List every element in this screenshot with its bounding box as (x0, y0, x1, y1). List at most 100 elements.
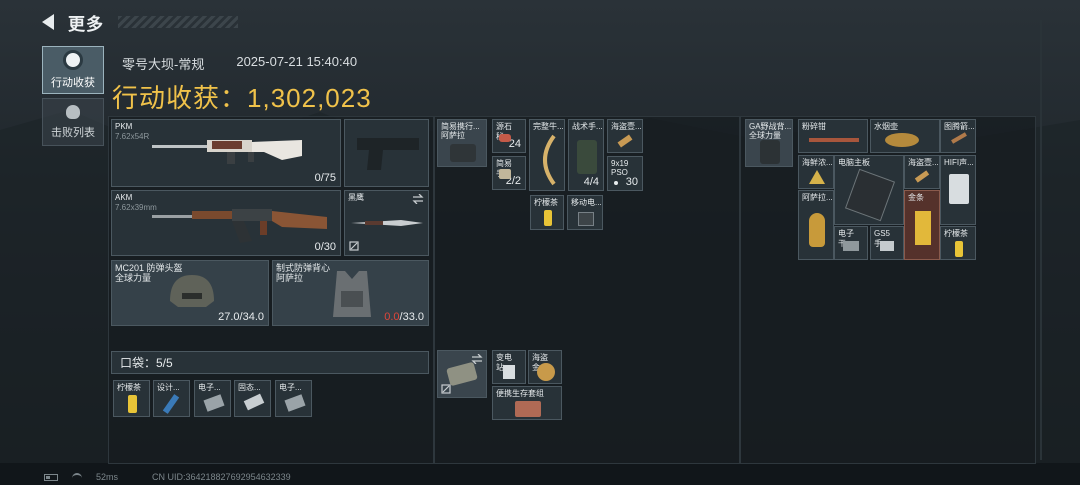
item-name: 金条 (908, 193, 924, 202)
bag-item[interactable]: 柠檬茶 (940, 226, 976, 260)
horn-icon (543, 134, 556, 186)
item-name: 完整牛... (533, 122, 564, 131)
melee-name: 黑鹰 (348, 193, 364, 202)
page-title: 更多 (68, 14, 104, 34)
lemon-tea-icon (544, 210, 552, 226)
backpack-slot[interactable]: GA野战背... 全球力量 (745, 119, 793, 167)
item-name: 电子... (198, 383, 221, 392)
card-icon (503, 365, 515, 379)
rig-item[interactable]: 移动电... (567, 195, 603, 230)
pistol-icon (357, 138, 419, 170)
bag-item[interactable]: GS5手... (870, 226, 904, 260)
melee-slot[interactable]: 黑鹰 (344, 190, 429, 256)
gold-coin-icon (537, 363, 555, 381)
bag-item[interactable]: HIFI声... (940, 155, 976, 225)
armor-durability-max: /33.0 (399, 311, 424, 323)
ammo-slot[interactable]: 9x19 PSO 30 (607, 156, 643, 191)
item-name: 柠檬茶 (117, 383, 141, 392)
item-name: 设计... (157, 383, 180, 392)
bag-item[interactable]: 变电站... (492, 350, 526, 384)
weapon-name: PKM (115, 122, 133, 131)
item-name: 柠檬茶 (944, 229, 968, 238)
bag-item[interactable]: 便携生存套组 (492, 386, 562, 420)
title-stripe (118, 16, 238, 28)
lemon-tea-icon (955, 241, 963, 257)
top-bar: 更多 (42, 10, 238, 34)
bag-item[interactable]: 海盗壹... (904, 155, 940, 189)
bag-item[interactable]: 电子干... (834, 226, 868, 260)
grenade-icon (499, 169, 511, 179)
backpack-icon (760, 140, 780, 164)
haul-value: 1,302,023 (247, 83, 372, 113)
bag-item[interactable]: 海盗金... (528, 350, 562, 384)
motherboard-icon (844, 168, 896, 222)
item-name: 固态... (238, 383, 261, 392)
bag-item[interactable]: 电脑主板 (834, 155, 904, 225)
pouch-label: 口袋：5/5 (120, 356, 173, 370)
helmet-durability: 27.0/34.0 (218, 311, 264, 323)
rig-item[interactable]: 源石秘... 24 (492, 119, 526, 153)
rig-item[interactable]: 简易手... 2/2 (492, 156, 526, 190)
pkm-rifle-icon (152, 140, 302, 164)
rig-item[interactable]: 战术手... 4/4 (568, 119, 604, 191)
gold-bar-icon (915, 211, 931, 245)
status-footer: 52ms CN UID:364218827692954632339 (44, 472, 291, 482)
knife-icon (351, 220, 423, 226)
map-name: 零号大坝-常规 (122, 57, 205, 72)
tab-kill-list[interactable]: 击败列表 (42, 98, 104, 146)
secondary-weapon-slot[interactable]: AKM 7.62x39mm 0/30 (111, 190, 341, 256)
hifi-speaker-icon (949, 174, 969, 204)
hookah-icon (885, 133, 919, 147)
haul-total: 行动收获：1,302,023 (112, 78, 372, 115)
session-datetime: 2025-07-21 15:40:40 (236, 54, 358, 69)
tab-action-harvest[interactable]: 行动收获 (42, 46, 104, 94)
bag-item[interactable]: 海鲜浓... (798, 155, 834, 189)
pouch-item[interactable]: 设计... (153, 380, 190, 417)
pouch-item[interactable]: 电子... (194, 380, 231, 417)
bag-item[interactable]: 图腾箭... (940, 119, 976, 153)
item-count: 4/4 (583, 176, 599, 188)
design-icon (162, 394, 180, 414)
electronics-icon (843, 241, 859, 251)
item-name: 粉碎钳 (802, 122, 826, 131)
bag-item[interactable]: 水烟壶 (870, 119, 940, 153)
weapon-caliber: 7.62x39mm (115, 203, 157, 212)
back-arrow-icon[interactable] (42, 14, 54, 30)
armor-durability-current: 0.0 (384, 311, 400, 323)
pouch-header: 口袋：5/5 (111, 351, 429, 374)
ammo-count: 0/75 (314, 172, 336, 184)
helmet-slot[interactable]: MC201 防弹头盔 全球力量 27.0/34.0 (111, 260, 269, 326)
armor-maker: 阿萨拉 (276, 273, 304, 283)
bag-item[interactable]: 阿萨拉... (798, 190, 834, 260)
item-count: 30 (625, 176, 638, 188)
item-name: 阿萨拉... (802, 193, 833, 202)
armor-name: 制式防弹背心 (276, 263, 331, 273)
item-name: 移动电... (571, 198, 602, 207)
ore-icon (499, 134, 511, 142)
rig-item[interactable]: 柠檬茶 (530, 195, 564, 230)
bag-item[interactable]: 粉碎钳 (798, 119, 868, 153)
swap-icon[interactable] (412, 194, 424, 204)
backpack-small-slot[interactable] (437, 350, 487, 398)
rig-item[interactable]: 完整牛... (529, 119, 565, 191)
rig-item[interactable]: 海盗壹... (607, 119, 643, 153)
unlock-icon (349, 241, 359, 251)
seafood-icon (809, 170, 825, 184)
bag-item[interactable]: 金条 (904, 190, 940, 260)
golden-jug-icon (809, 213, 825, 247)
ping: 52ms (96, 472, 119, 482)
pistol-slot[interactable] (344, 119, 429, 187)
pouch-item[interactable]: 电子... (275, 380, 312, 417)
chest-rig-slot[interactable]: 简易携行... 阿萨拉 (437, 119, 487, 167)
ammo-dot-icon (614, 181, 618, 185)
vest-icon (333, 271, 371, 317)
armor-slot[interactable]: 制式防弹背心 阿萨拉 0.0/33.0 (272, 260, 429, 326)
primary-weapon-slot[interactable]: PKM 7.62x54R 0/75 (111, 119, 341, 187)
pirate-item-icon (617, 134, 633, 148)
item-name: 战术手... (572, 122, 603, 131)
pouch-item[interactable]: 固态... (234, 380, 271, 417)
pouch-item[interactable]: 柠檬茶 (113, 380, 150, 417)
item-name: 海鲜浓... (802, 158, 833, 167)
user-uid: CN UID:364218827692954632339 (152, 472, 291, 482)
battery-icon (44, 473, 58, 481)
